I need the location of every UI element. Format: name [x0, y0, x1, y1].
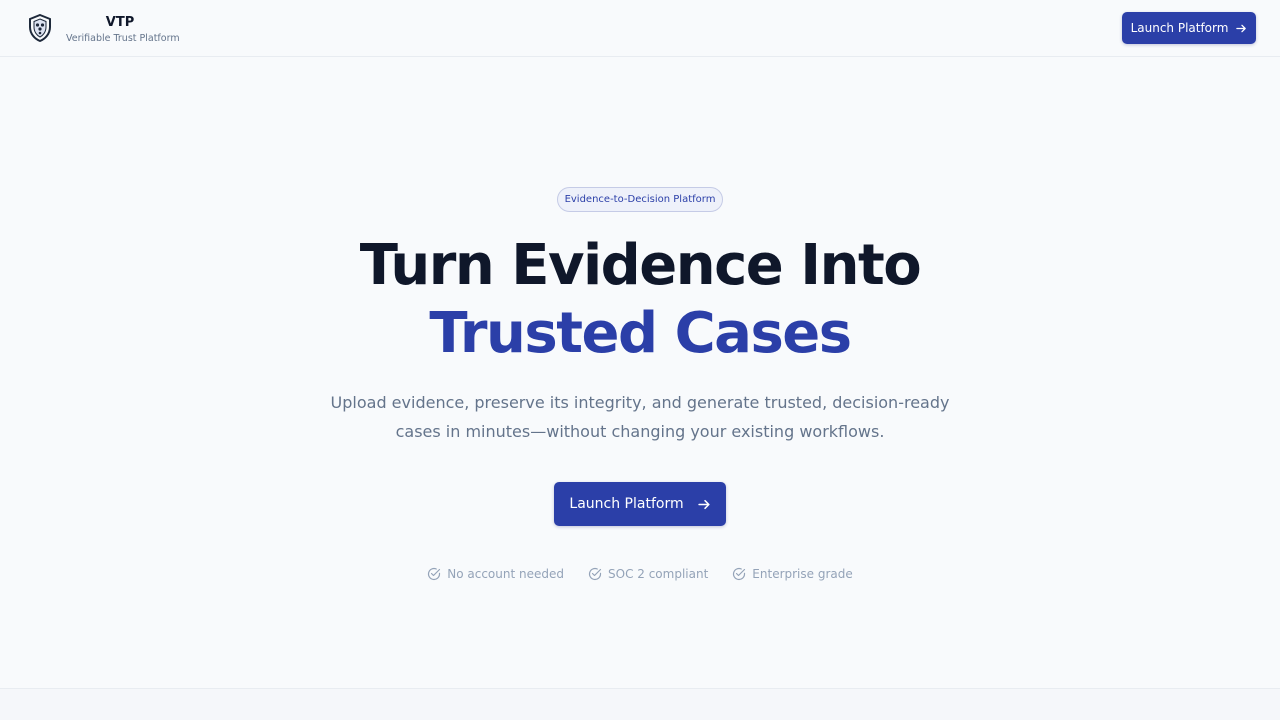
feature-list: No account needed SOC 2 compliant Enterp…: [0, 564, 1280, 584]
hero-title-line-2: Trusted Cases: [429, 301, 852, 366]
hero-launch-platform-button[interactable]: Launch Platform: [554, 482, 726, 526]
feature-item: No account needed: [427, 564, 564, 584]
header-launch-platform-button[interactable]: Launch Platform: [1122, 12, 1256, 44]
next-section-edge: [0, 688, 1280, 720]
hero-title: Turn Evidence Into Trusted Cases: [0, 232, 1280, 368]
arrow-right-icon: [697, 499, 710, 509]
arrow-right-icon: [1236, 24, 1247, 32]
hero-cta-label: Launch Platform: [569, 496, 684, 512]
circle-check-icon: [733, 567, 746, 581]
feature-label: SOC 2 compliant: [608, 567, 709, 581]
feature-label: Enterprise grade: [752, 567, 853, 581]
hero-badge: Evidence-to-Decision Platform: [557, 187, 723, 212]
feature-item: SOC 2 compliant: [588, 564, 708, 584]
top-nav-bar: VTP Verifiable Trust Platform Launch Pla…: [0, 0, 1280, 57]
hero-title-line-1: Turn Evidence Into: [359, 233, 922, 298]
feature-item: Enterprise grade: [732, 564, 853, 584]
hero-subtitle: Upload evidence, preserve its integrity,…: [330, 393, 950, 441]
feature-label: No account needed: [447, 567, 564, 581]
circle-check-icon: [588, 567, 602, 581]
brand-name: VTP: [105, 15, 135, 30]
header-launch-label: Launch Platform: [1130, 21, 1229, 35]
brand-subtitle: Verifiable Trust Platform: [66, 33, 180, 44]
shield-icon[interactable]: [28, 14, 52, 42]
circle-check-icon: [428, 567, 441, 581]
